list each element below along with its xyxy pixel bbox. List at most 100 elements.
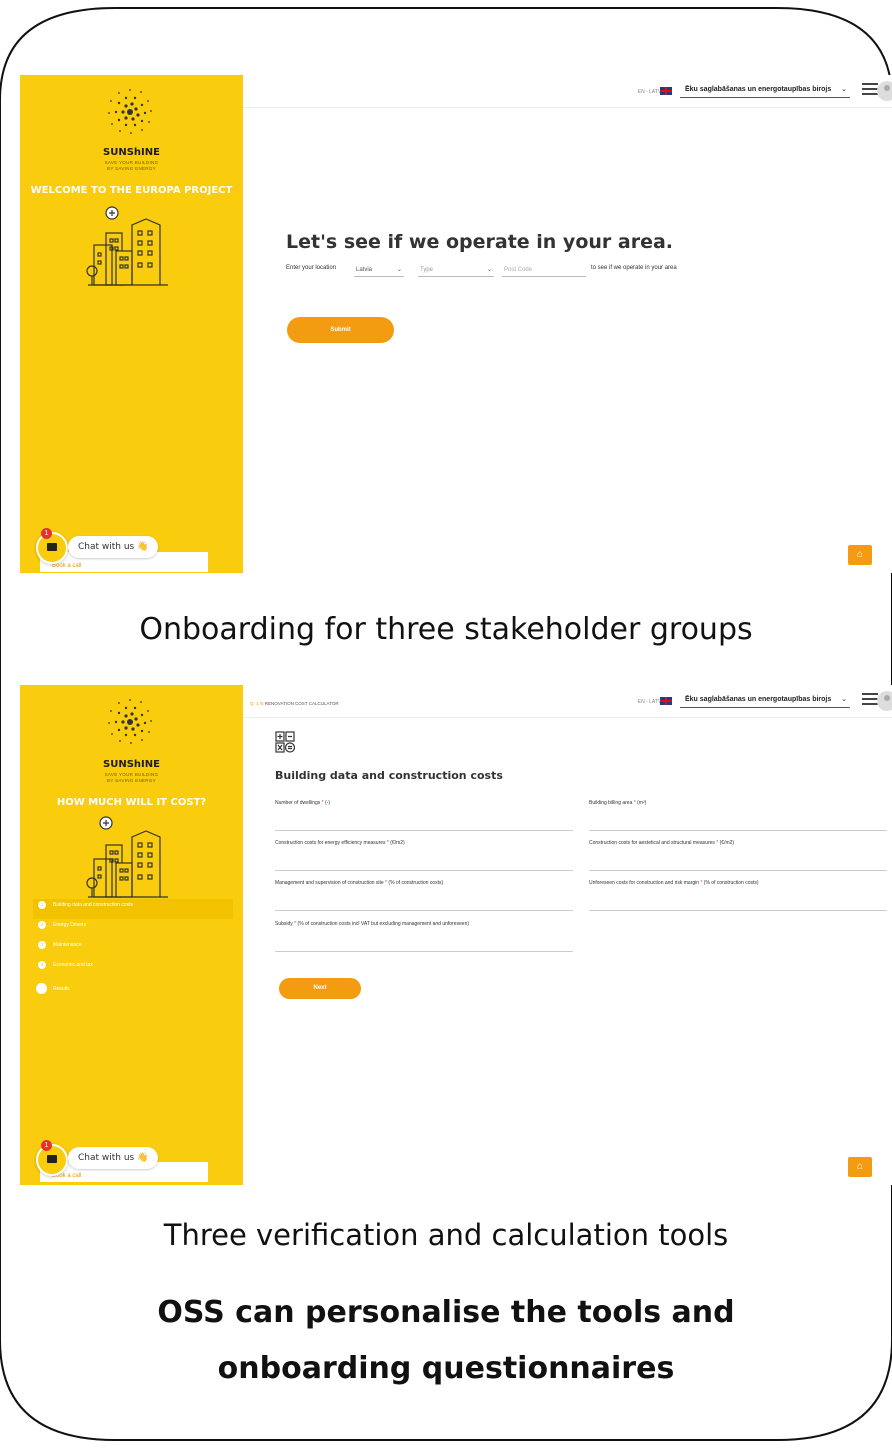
billing-area-field[interactable]: Building billing area * (m²) [589,800,887,831]
field-unit: (-) [323,800,331,806]
caption-tools: Three verification and calculation tools [163,1218,729,1252]
chat-button[interactable] [36,532,68,564]
menu-icon[interactable] [862,693,878,705]
caption-oss-line-2: onboarding questionnaires [217,1351,675,1386]
office-selector[interactable]: Ēku saglabāšanas un energotaupības biroj… [680,692,850,708]
chat-icon [47,543,57,551]
step-item-maintenance[interactable]: 3 Maintenance [33,939,233,959]
uk-flag-icon[interactable] [660,87,672,95]
home-icon: ⌂ [856,549,864,560]
office-name: Ēku saglabāšanas un energotaupības biroj… [685,696,832,703]
submit-button[interactable]: Submit [287,317,394,343]
field-label: Unforeseen costs for construction and ri… [589,880,700,886]
step-label: Building data and construction costs [53,902,134,908]
sunshine-logo-icon [108,89,152,134]
home-button[interactable]: ⌂ [848,1157,872,1177]
office-name: Ēku saglabāšanas un energotaupības biroj… [685,86,832,93]
uk-flag-icon[interactable] [660,697,672,705]
next-button[interactable]: Next [279,978,361,999]
field-unit: (€/m2) [388,840,405,846]
buildings-illustration-icon [86,206,168,286]
top-bar: EN - LATVIA Ēku saglabāšanas un energota… [243,685,892,718]
chat-button[interactable] [36,1144,68,1176]
question-counter: Q: 1 /5 [250,701,264,706]
calculator-title: RENOVATION COST CALCULATOR [264,701,339,706]
breadcrumb: Q: 1 /5 RENOVATION COST CALCULATOR [250,701,339,706]
buildings-illustration-icon [86,816,168,898]
section-title: Building data and construction costs [275,769,503,782]
chevron-down-icon: ⌄ [396,267,402,273]
calculator-icon [275,731,295,753]
step-label: Results [53,986,70,992]
step-number: 1 [38,901,46,909]
caption-oss: OSS can personalise the tools and onboar… [0,1285,892,1397]
step-item-results[interactable]: Results [33,983,233,1003]
unforeseen-field[interactable]: Unforeseen costs for construction and ri… [589,880,887,911]
sunshine-logo-icon [108,699,152,744]
postcode-input[interactable]: Post Code [502,263,586,277]
brand-name: SUNShINE [103,759,160,770]
home-button[interactable]: ⌂ [848,545,872,565]
page-title: Let's see if we operate in your area. [286,231,673,253]
field-label: Building billing area [589,800,633,806]
management-field[interactable]: Management and supervision of constructi… [275,880,573,911]
field-label: Management and supervision of constructi… [275,880,384,886]
chat-badge: 1 [41,1140,52,1151]
chevron-down-icon: ⌄ [486,267,492,273]
field-label: Construction costs for energy efficiency… [275,840,386,846]
welcome-title: WELCOME TO THE EUROPA PROJECT [30,185,233,196]
postcode-placeholder: Post Code [504,267,533,273]
field-label: Number of dwellings [275,800,321,806]
sidebar: SUNShINE SAVE YOUR BUILDING BY SAVING EN… [20,75,243,573]
dwellings-field[interactable]: Number of dwellings * (-) [275,800,573,831]
operate-area-label: to see if we operate in your area [591,265,677,271]
chat-icon [47,1155,57,1163]
chat-badge: 1 [41,528,52,539]
field-unit: (% of construction costs incl VAT but ex… [296,921,470,927]
chat-with-us-label[interactable]: Chat with us 👋 [68,1147,159,1169]
enter-location-label: Enter your location [286,265,337,271]
step-number: 4 [38,961,46,969]
type-placeholder: Type [420,267,434,273]
step-item-building-data[interactable]: 1 Building data and construction costs [33,899,233,919]
field-label: Construction costs for aestetical and st… [589,840,715,846]
country-value: Latvia [356,267,373,273]
onboarding-screenshot: SUNShINE SAVE YOUR BUILDING BY SAVING EN… [20,75,892,573]
step-number: 3 [38,941,46,949]
step-label: Economic and tax [53,962,93,968]
caption-onboarding: Onboarding for three stakeholder groups [139,612,753,647]
menu-icon[interactable] [862,83,878,95]
subsidy-field[interactable]: Subsidy * (% of construction costs incl … [275,921,573,952]
field-unit: (% of construction costs) [702,880,759,886]
calculator-screenshot: SUNShINE SAVE YOUR BUILDING BY SAVING EN… [20,685,892,1185]
country-select[interactable]: Latvia ⌄ [354,263,404,277]
office-selector[interactable]: Ēku saglabāšanas un energotaupības biroj… [680,82,850,98]
step-list: 1 Building data and construction costs 2 E… [33,899,233,1003]
caption-oss-line-1: OSS can personalise the tools and [157,1295,735,1330]
avatar[interactable] [877,81,892,101]
step-label: Energy Drivers [53,922,87,928]
field-unit: (% of construction costs) [387,880,444,886]
avatar[interactable] [877,691,892,711]
sidebar: SUNShINE SAVE YOUR BUILDING BY SAVING EN… [20,685,243,1185]
step-item-economic-tax[interactable]: 4 Economic and tax [33,959,233,979]
chevron-down-icon: ⌄ [841,696,847,703]
field-label: Subsidy [275,921,293,927]
type-select[interactable]: Type ⌄ [418,263,494,277]
field-unit: (m²) [635,800,647,806]
brand-tagline-2: BY SAVING ENERGY [107,166,156,171]
home-icon: ⌂ [856,1161,864,1172]
chevron-down-icon: ⌄ [841,86,847,93]
aesthetic-costs-field[interactable]: Construction costs for aestetical and st… [589,840,887,871]
chat-with-us-label[interactable]: Chat with us 👋 [68,536,159,558]
brand-tagline-2: BY SAVING ENERGY [107,778,156,783]
how-much-title: HOW MUCH WILL IT COST? [56,797,207,808]
step-number: 2 [38,921,46,929]
top-bar: EN - LATVIA Ēku saglabāšanas un energota… [243,75,892,108]
step-label: Maintenance [53,942,82,948]
brand-name: SUNShINE [103,147,160,158]
step-item-energy-drivers[interactable]: 2 Energy Drivers [33,919,233,939]
results-dot-icon [36,983,47,994]
field-unit: (€/m2) [718,840,735,846]
ee-costs-field[interactable]: Construction costs for energy efficiency… [275,840,573,871]
